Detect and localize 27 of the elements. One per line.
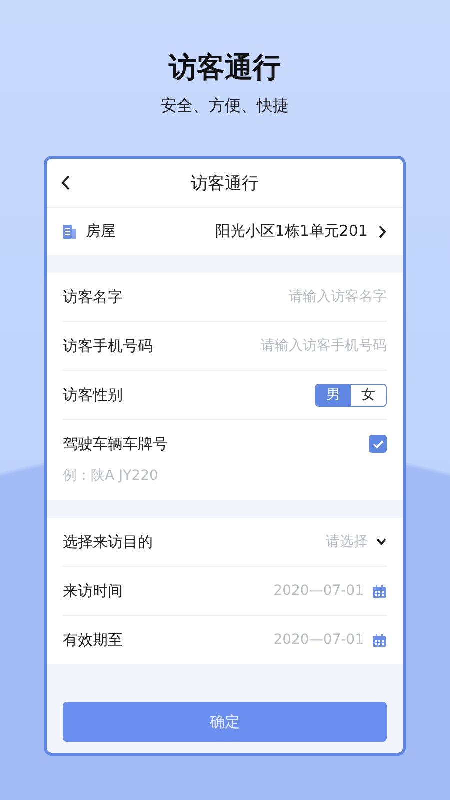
- calendar-icon[interactable]: [372, 584, 387, 598]
- checkbox[interactable]: [369, 435, 387, 453]
- field-label: 选择来访目的: [63, 532, 153, 552]
- input-field[interactable]: 请选择: [248, 534, 368, 550]
- chevron-right-icon[interactable]: [378, 224, 387, 238]
- chevron-down-icon[interactable]: [376, 538, 387, 546]
- card-title: 访客通行: [191, 172, 259, 194]
- field-label: 驾驶车辆车牌号: [63, 434, 168, 454]
- page-title: 访客通行: [169, 50, 281, 86]
- field-label: 访客名字: [63, 288, 123, 306]
- gender-option[interactable]: 男: [316, 384, 351, 406]
- field-label: 访客性别: [63, 386, 123, 404]
- page-subtitle: 安全、方便、快捷: [161, 96, 289, 117]
- back-icon[interactable]: [61, 175, 71, 191]
- input-field[interactable]: 例：陕A JY220: [63, 468, 263, 484]
- field-label: 访客手机号码: [63, 336, 153, 356]
- input-field[interactable]: 请输入访客手机号码: [217, 338, 387, 354]
- input-field[interactable]: 请输入访客名字: [217, 289, 387, 305]
- calendar-icon[interactable]: [372, 632, 387, 648]
- house-label: 房屋: [86, 222, 116, 241]
- field-label: 来访时间: [63, 582, 123, 600]
- check-icon: [372, 440, 384, 448]
- input-field[interactable]: 2020—07-01: [224, 632, 364, 648]
- input-field[interactable]: 2020—07-01: [224, 583, 364, 599]
- house-value[interactable]: 阳光小区1栋1单元201: [215, 222, 368, 241]
- building-icon: [63, 224, 76, 238]
- field-label: 有效期至: [63, 630, 123, 650]
